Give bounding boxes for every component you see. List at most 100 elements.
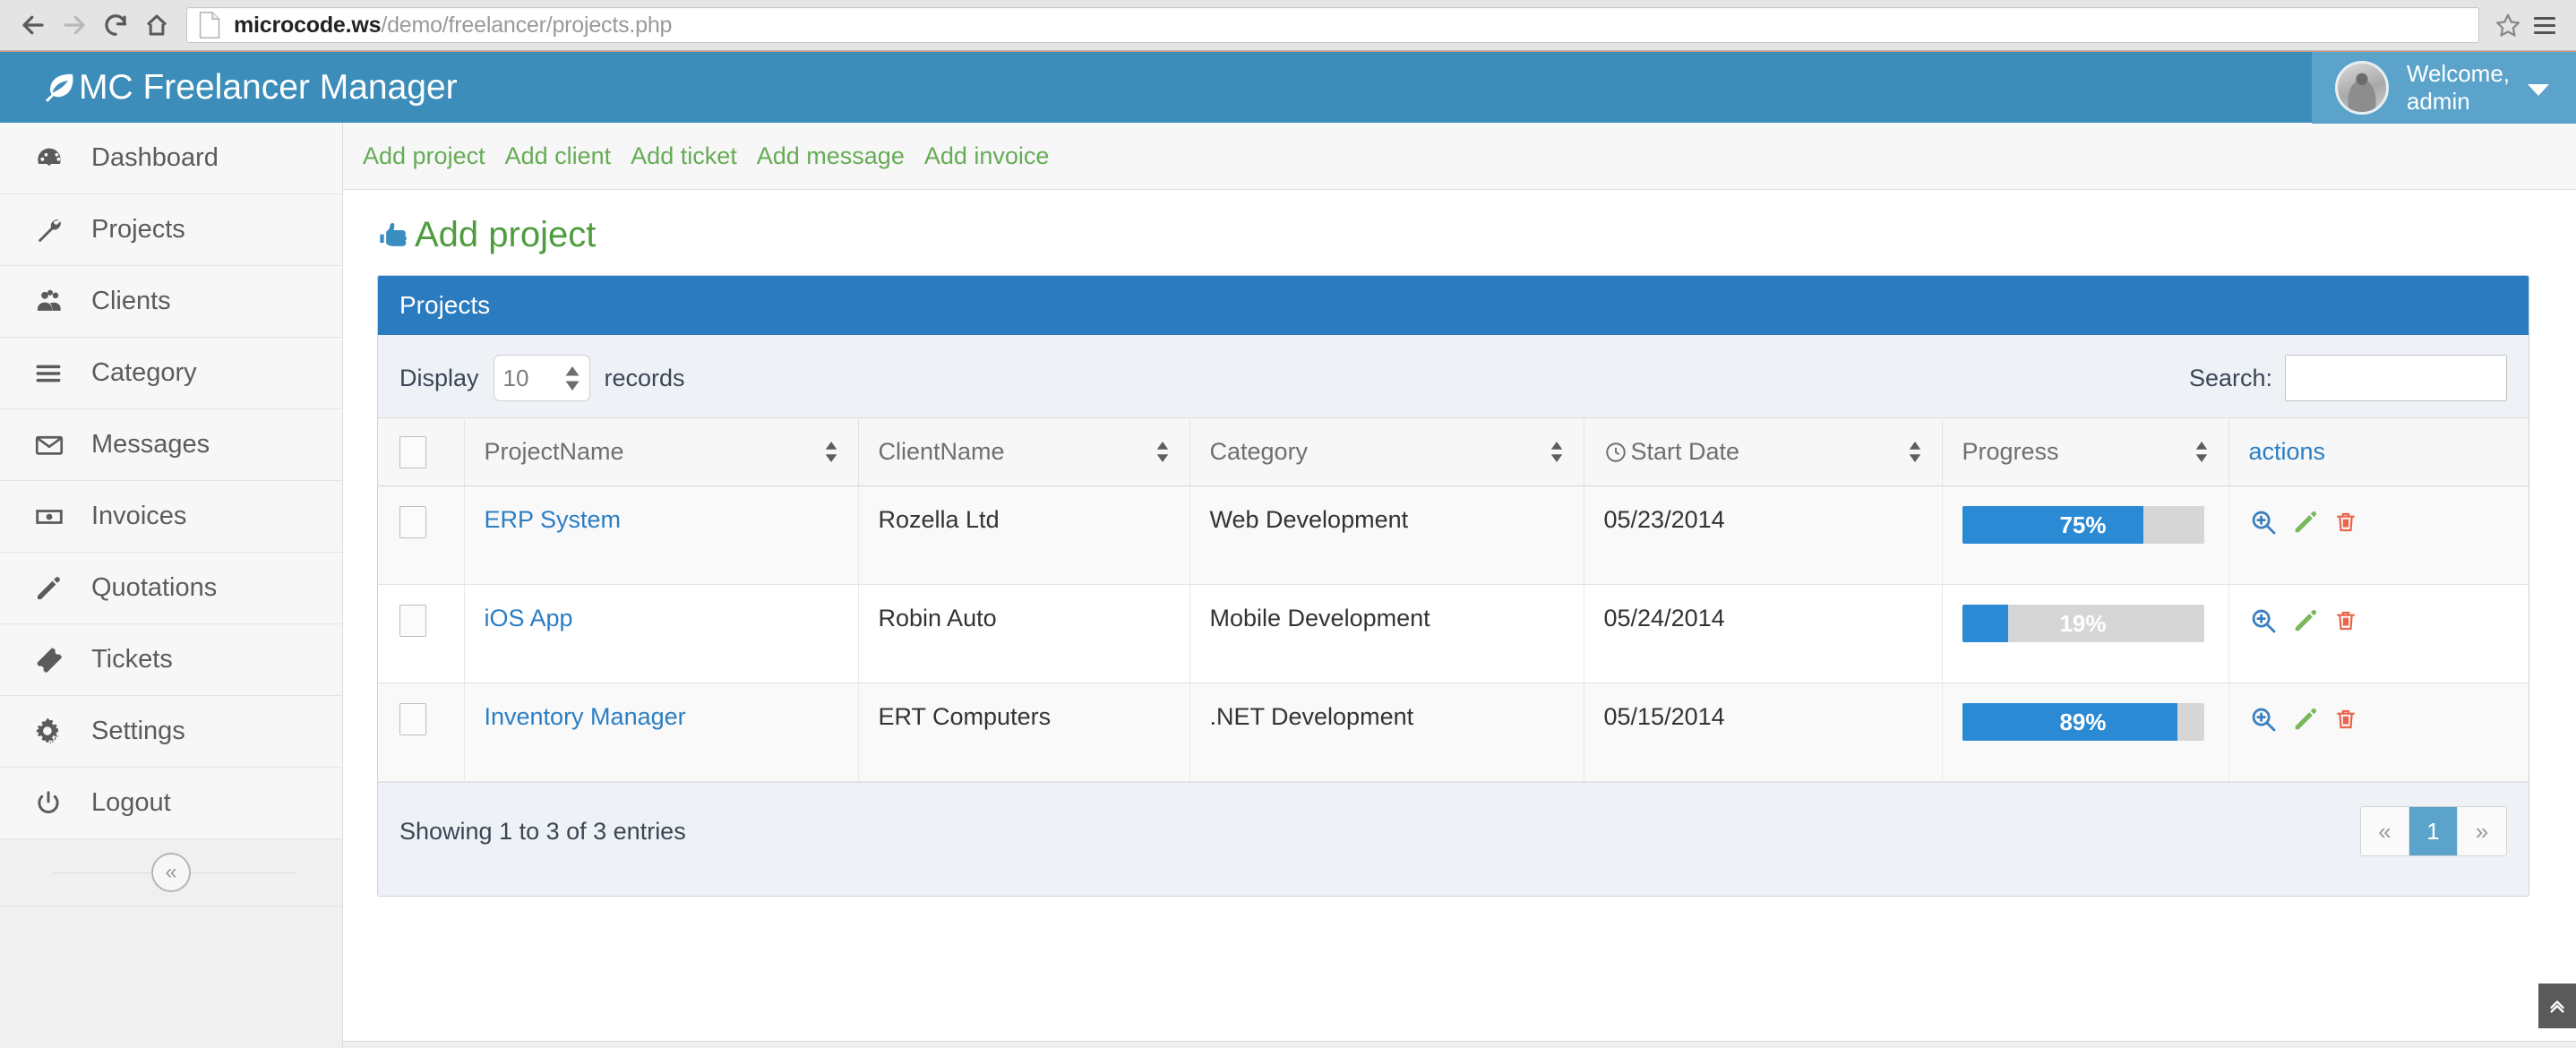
- sidebar-collapse-button[interactable]: «: [151, 853, 191, 892]
- row-select-cell[interactable]: [378, 584, 465, 683]
- row-select-cell[interactable]: [378, 485, 465, 585]
- quick-actions-bar: Add project Add client Add ticket Add me…: [343, 123, 2576, 190]
- cell-progress: 19%: [1942, 584, 2229, 683]
- sidebar-item-category[interactable]: Category: [0, 338, 342, 409]
- display-records-select[interactable]: 10: [493, 355, 590, 401]
- sidebar-item-label: Quotations: [91, 573, 218, 602]
- sidebar-item-label: Projects: [91, 215, 185, 244]
- delete-icon[interactable]: [2333, 510, 2358, 535]
- progress-label: 19%: [2059, 609, 2107, 637]
- edit-icon[interactable]: [2292, 607, 2319, 634]
- bookmark-star-icon[interactable]: [2490, 7, 2526, 43]
- quick-action-add-invoice[interactable]: Add invoice: [924, 142, 1050, 170]
- row-checkbox[interactable]: [399, 605, 426, 637]
- user-menu[interactable]: Welcome, admin: [2311, 51, 2576, 124]
- cell-project-name: iOS App: [464, 584, 859, 683]
- cell-actions: [2228, 683, 2529, 782]
- select-all-checkbox[interactable]: [399, 435, 426, 468]
- project-link[interactable]: ERP System: [485, 506, 622, 533]
- sidebar-item-label: Settings: [91, 717, 185, 745]
- table-header-clientname[interactable]: ClientName: [858, 417, 1190, 486]
- row-checkbox[interactable]: [399, 506, 426, 538]
- scroll-to-top-button[interactable]: [2538, 984, 2576, 1028]
- row-checkbox[interactable]: [399, 703, 426, 735]
- table-header-startdate[interactable]: Start Date: [1584, 417, 1943, 486]
- quick-action-add-project[interactable]: Add project: [363, 142, 485, 170]
- page-title-text: Add project: [415, 215, 597, 254]
- display-length-control: Display 10 records: [399, 355, 685, 401]
- url-bar[interactable]: microcode.ws/demo/freelancer/projects.ph…: [186, 7, 2479, 43]
- progress-label: 75%: [2059, 511, 2107, 538]
- chevron-down-icon[interactable]: [2528, 84, 2549, 96]
- project-link[interactable]: Inventory Manager: [485, 703, 686, 730]
- project-link[interactable]: iOS App: [485, 605, 573, 631]
- projects-panel: Projects Display 10 records Search: Proj…: [377, 275, 2529, 897]
- display-select-value: 10: [502, 364, 529, 391]
- view-icon[interactable]: [2249, 606, 2278, 635]
- view-icon[interactable]: [2249, 705, 2278, 734]
- forward-arrow-icon[interactable]: [54, 4, 95, 46]
- sidebar-item-logout[interactable]: Logout: [0, 768, 342, 839]
- row-select-cell[interactable]: [378, 683, 465, 782]
- edit-icon[interactable]: [2292, 509, 2319, 536]
- gears-icon: [34, 717, 70, 747]
- cell-progress: 75%: [1942, 485, 2229, 585]
- column-label: ProjectName: [484, 438, 624, 465]
- pagination-prev[interactable]: «: [2361, 807, 2409, 855]
- hamburger-menu-icon[interactable]: [2526, 7, 2563, 43]
- brand-logo[interactable]: MC Freelancer Manager: [0, 52, 458, 124]
- main-content: Add project Add client Add ticket Add me…: [343, 123, 2576, 1048]
- sidebar-item-label: Dashboard: [91, 143, 219, 172]
- pagination: « 1 »: [2360, 806, 2507, 856]
- pagination-page-1[interactable]: 1: [2409, 807, 2458, 855]
- sort-arrows-icon[interactable]: [1155, 442, 1170, 462]
- search-input[interactable]: [2285, 355, 2507, 401]
- sidebar-empty-area: [0, 906, 342, 1048]
- table-header-progress[interactable]: Progress: [1942, 417, 2229, 486]
- page-document-icon: [198, 11, 221, 39]
- column-label: ClientName: [878, 438, 1005, 465]
- progress-bar: 19%: [1962, 605, 2204, 642]
- edit-icon[interactable]: [2292, 706, 2319, 733]
- sidebar-item-invoices[interactable]: Invoices: [0, 481, 342, 553]
- sort-arrows-icon[interactable]: [2194, 442, 2209, 462]
- sidebar-item-dashboard[interactable]: Dashboard: [0, 123, 342, 194]
- table-header-actions[interactable]: actions: [2228, 417, 2529, 486]
- delete-icon[interactable]: [2333, 608, 2358, 633]
- body-split: Dashboard Projects Clients Category Mess…: [0, 123, 2576, 1048]
- progress-bar: 75%: [1962, 506, 2204, 544]
- quick-action-add-ticket[interactable]: Add ticket: [631, 142, 737, 170]
- table-header-category[interactable]: Category: [1189, 417, 1584, 486]
- sort-arrows-icon[interactable]: [824, 442, 838, 462]
- sort-arrows-icon[interactable]: [1908, 442, 1922, 462]
- page-title[interactable]: Add project: [377, 215, 2529, 255]
- sidebar-item-messages[interactable]: Messages: [0, 409, 342, 481]
- view-icon[interactable]: [2249, 508, 2278, 537]
- table-controls: Display 10 records Search:: [378, 335, 2529, 417]
- sidebar-item-tickets[interactable]: Tickets: [0, 624, 342, 696]
- url-path: /demo/freelancer/projects.php: [381, 12, 673, 38]
- column-label: Category: [1209, 438, 1309, 465]
- home-icon[interactable]: [136, 4, 177, 46]
- money-bill-icon: [34, 502, 70, 532]
- url-text: microcode.ws/demo/freelancer/projects.ph…: [234, 13, 672, 39]
- reload-icon[interactable]: [95, 4, 136, 46]
- sidebar-item-settings[interactable]: Settings: [0, 696, 342, 768]
- table-header-projectname[interactable]: ProjectName: [464, 417, 859, 486]
- sidebar-item-projects[interactable]: Projects: [0, 194, 342, 266]
- pagination-next[interactable]: »: [2458, 807, 2506, 855]
- quick-action-add-client[interactable]: Add client: [505, 142, 612, 170]
- cell-start-date: 05/24/2014: [1584, 584, 1943, 683]
- cell-category: .NET Development: [1189, 683, 1584, 782]
- sidebar: Dashboard Projects Clients Category Mess…: [0, 123, 343, 1048]
- sort-arrows-icon[interactable]: [1550, 442, 1564, 462]
- sidebar-item-clients[interactable]: Clients: [0, 266, 342, 338]
- table-header-select-all[interactable]: [378, 417, 465, 486]
- column-label: Progress: [1962, 438, 2059, 465]
- quick-action-add-message[interactable]: Add message: [757, 142, 905, 170]
- back-arrow-icon[interactable]: [13, 4, 54, 46]
- sidebar-item-quotations[interactable]: Quotations: [0, 553, 342, 624]
- delete-icon[interactable]: [2333, 707, 2358, 732]
- sidebar-item-label: Category: [91, 358, 197, 387]
- url-host: microcode.ws: [234, 12, 382, 38]
